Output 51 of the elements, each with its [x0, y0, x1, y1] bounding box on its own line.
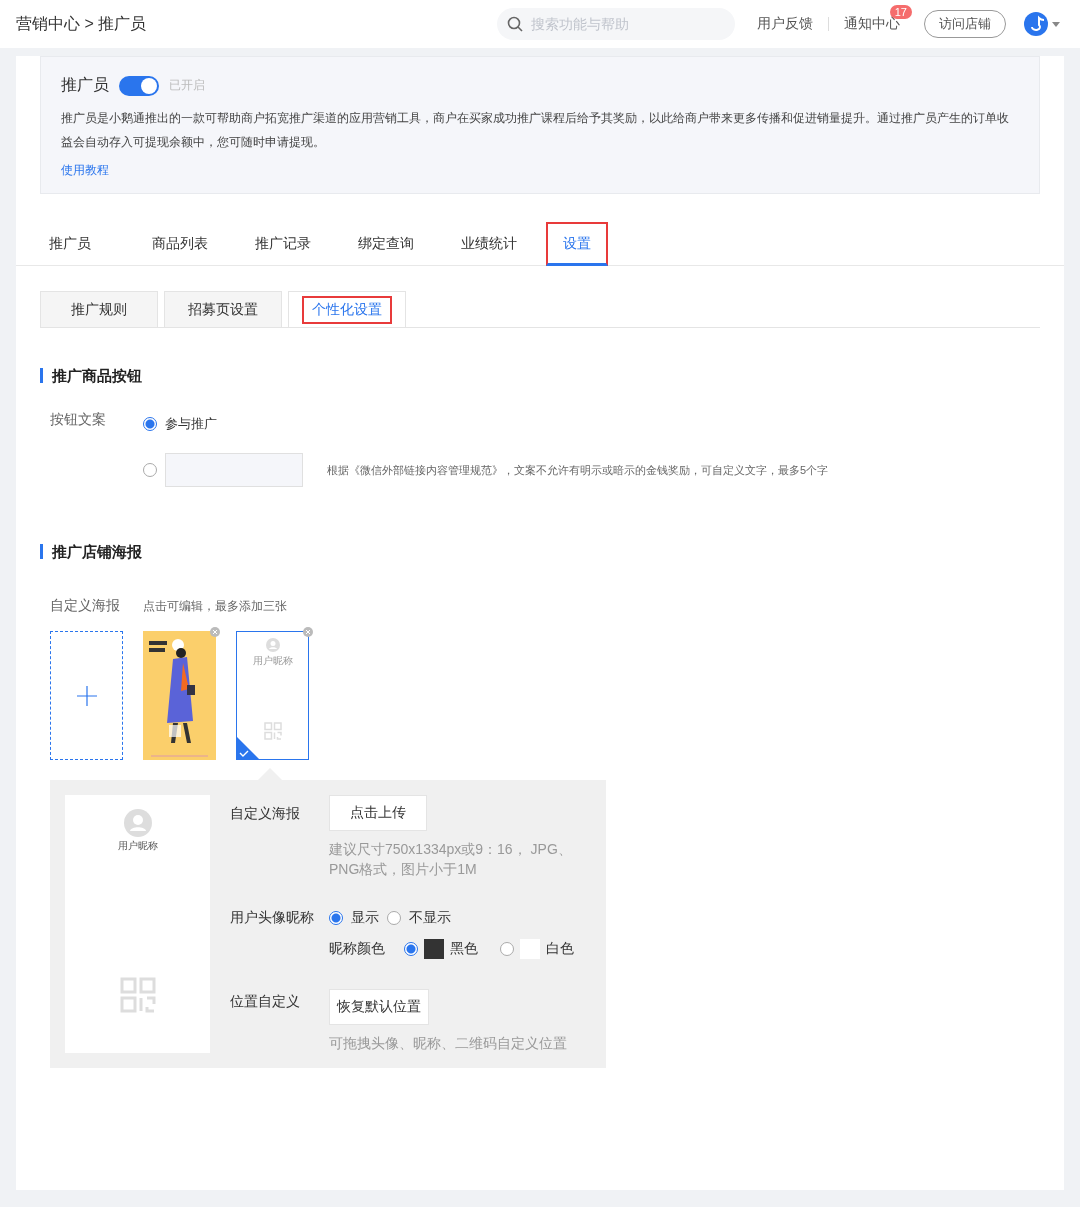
tab[interactable]: 推广员 — [47, 222, 93, 266]
radio-button[interactable] — [143, 463, 157, 477]
hint-text: 根据《微信外部链接内容管理规范》，文案不允许有明示或暗示的金钱奖励，可自定义文字，最多5个字 — [327, 462, 829, 478]
field-label: 位置自定义 — [230, 993, 301, 1011]
field-label: 昵称颜色 — [329, 940, 386, 958]
avatar-icon — [265, 638, 280, 652]
radio-button[interactable] — [404, 942, 418, 956]
upload-button[interactable]: 点击上传 — [329, 795, 427, 831]
option-label: 白色 — [546, 940, 574, 958]
option-label: 参与推广 — [165, 415, 217, 433]
section-title: 推广店铺海报 — [40, 544, 1040, 559]
field-label: 按钮文案 — [50, 411, 107, 429]
tab[interactable]: 推广记录 — [253, 222, 313, 266]
breadcrumb: 营销中心 > 推广员 — [16, 13, 147, 34]
intro-title: 推广员 — [61, 75, 109, 95]
intro-description: 推广员是小鹅通推出的一款可帮助商户拓宽推广渠道的应用营销工具，商户在买家成功推广课程后给予其奖励，以此给商户带来更多传播和促进销量提升。通过推广员产生的订单收益会自动存入可提现余额中，您可随时申请提现。 — [61, 110, 1010, 151]
qr-code-icon — [263, 722, 282, 740]
tab[interactable]: 绑定查询 — [356, 222, 416, 266]
option-label: 不显示 — [409, 909, 451, 927]
tutorial-link[interactable]: 使用教程 — [61, 163, 109, 177]
field-label: 自定义海报 — [230, 805, 301, 823]
section-title: 推广商品按钮 — [40, 368, 1040, 383]
option-label: 显示 — [351, 909, 379, 927]
visit-store-button[interactable]: 访问店铺 — [924, 10, 1006, 38]
tab[interactable]: 业绩统计 — [459, 222, 519, 266]
radio-button[interactable] — [500, 942, 514, 956]
radio-button[interactable] — [387, 911, 401, 925]
radio-button[interactable] — [143, 417, 157, 431]
sub-tab[interactable]: 推广规则 — [40, 291, 158, 327]
position-hint: 可拖拽头像、昵称、二维码自定义位置 — [329, 1034, 567, 1053]
plus-icon — [76, 685, 97, 706]
tab[interactable]: 设置 — [546, 222, 608, 266]
reset-position-button[interactable]: 恢复默认位置 — [329, 989, 429, 1025]
toggle-switch[interactable] — [119, 75, 159, 96]
avatar-icon — [123, 809, 152, 837]
option-label: 黑色 — [450, 940, 478, 958]
nickname-text: 用户昵称 — [252, 654, 293, 668]
add-poster-button[interactable] — [50, 631, 123, 760]
qr-code-icon — [119, 977, 156, 1013]
upload-hint: 建议尺寸750x1334px或9：16， JPG、PNG格式，图片小于1M — [329, 840, 573, 879]
header-link[interactable]: 用户反馈 — [757, 15, 813, 33]
field-label: 自定义海报 — [50, 597, 121, 615]
nickname-text: 用户昵称 — [117, 839, 158, 853]
tab[interactable]: 商品列表 — [150, 222, 210, 266]
radio-button[interactable] — [329, 911, 343, 925]
hint-text: 点击可编辑，最多添加三张 — [143, 597, 287, 615]
input-field[interactable] — [165, 453, 303, 487]
sub-tab[interactable]: 个性化设置 — [288, 291, 406, 327]
sub-tab[interactable]: 招募页设置 — [164, 291, 282, 327]
field-label: 用户头像昵称 — [230, 909, 315, 927]
check-corner-icon — [237, 737, 259, 759]
